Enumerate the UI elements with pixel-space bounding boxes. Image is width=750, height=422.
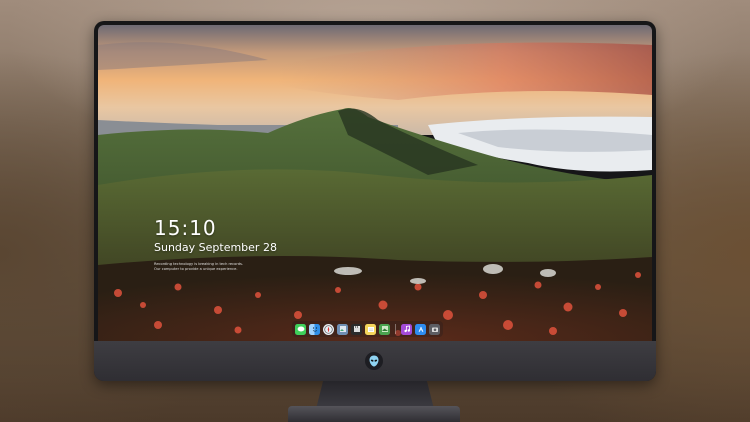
monitor-stand-neck — [316, 381, 434, 409]
monitor-chin — [94, 341, 656, 381]
monitor: 15:10 Sunday September 28 Recording tech… — [94, 21, 656, 381]
screen: 15:10 Sunday September 28 Recording tech… — [98, 25, 652, 341]
lock-screen-clock: 15:10 — [154, 216, 217, 240]
messages-icon[interactable] — [295, 323, 306, 335]
dock — [292, 321, 443, 337]
lock-screen-date: Sunday September 28 — [154, 241, 277, 254]
notes-icon[interactable] — [365, 323, 376, 335]
clapper-icon[interactable] — [351, 323, 362, 335]
notice-line-2: Our computer to provide a unique experie… — [154, 266, 238, 271]
safari-icon[interactable] — [323, 323, 334, 335]
lock-screen-notice: Recording technology is breaking in tech… — [154, 262, 266, 271]
alien-logo-icon — [365, 352, 383, 370]
app-store-icon[interactable] — [415, 323, 426, 335]
music-icon[interactable] — [401, 323, 412, 335]
photos-icon[interactable] — [379, 323, 390, 335]
dock-separator — [395, 324, 396, 334]
camera-icon[interactable] — [429, 323, 440, 335]
preview-icon[interactable] — [337, 323, 348, 335]
monitor-stand-base — [288, 406, 460, 422]
mountain-wallpaper — [98, 25, 652, 341]
finder-icon[interactable] — [309, 323, 320, 335]
